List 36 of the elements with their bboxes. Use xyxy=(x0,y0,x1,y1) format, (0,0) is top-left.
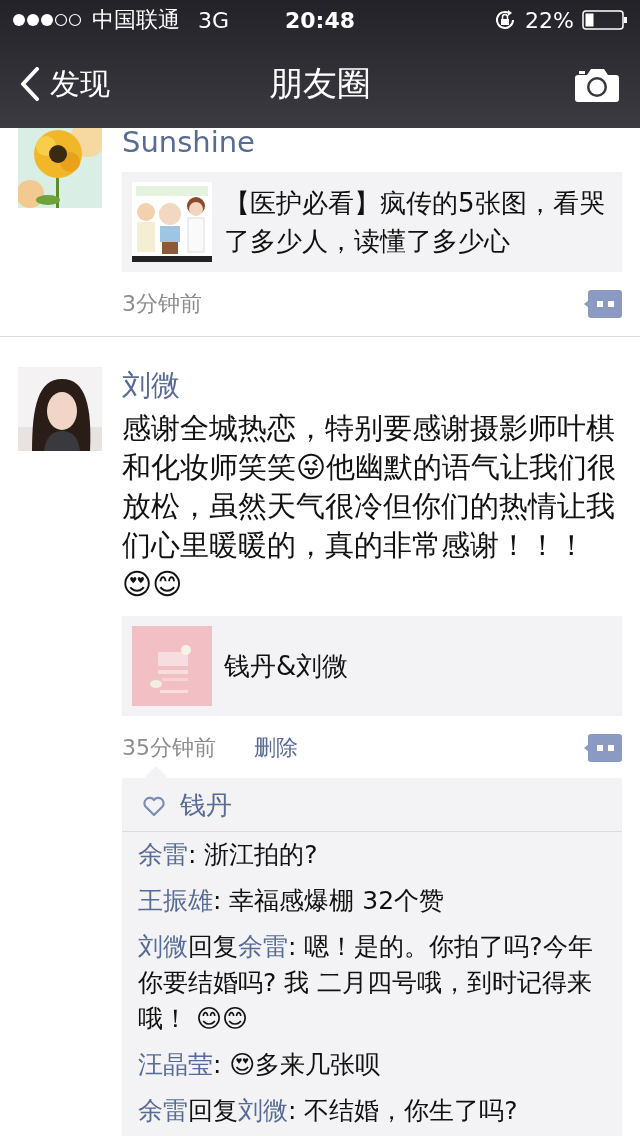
comment-button-icon[interactable] xyxy=(584,289,622,319)
comment-text: 余雷: 浙江拍的? xyxy=(137,839,319,871)
user-name[interactable]: 余雷 xyxy=(138,840,188,869)
comment-text: 刘微回复余雷: 嗯！是的。你拍了吗?今年你要结婚吗? 我 二月四号哦，到时记得来哦！ 😊😊 xyxy=(137,931,594,1035)
delete-link[interactable]: 删除 xyxy=(254,733,298,763)
user-name[interactable]: 余雷 xyxy=(138,1096,188,1125)
back-button[interactable]: 发现 xyxy=(20,63,110,105)
camera-icon[interactable] xyxy=(574,66,620,102)
link-title: 钱丹&刘微 xyxy=(224,650,349,683)
comment-button-icon[interactable] xyxy=(584,733,622,763)
network-type: 3G xyxy=(198,7,230,33)
user-name[interactable]: 王振雄 xyxy=(138,886,213,915)
comment-text: 余雷回复刘微: 不结婚，你生了吗? xyxy=(137,1095,519,1127)
comment-text: 汪晶莹: 😍多来几张呗 xyxy=(137,1049,382,1081)
user-name[interactable]: 余雷 xyxy=(238,932,288,961)
user-name[interactable]: 刘微 xyxy=(138,932,188,961)
carrier-name: 中国联通 xyxy=(92,6,180,34)
battery-percent: 22% xyxy=(525,7,574,33)
clock-time: 20:48 xyxy=(285,7,355,33)
battery-icon xyxy=(582,10,628,30)
link-card[interactable]: 【医护必看】疯传的5张图，看哭了多少人，读懂了多少心 xyxy=(122,172,622,272)
signal-icon xyxy=(12,13,82,27)
link-title: 【医护必看】疯传的5张图，看哭了多少人，读懂了多少心 xyxy=(224,187,606,258)
user-name[interactable]: 汪晶莹 xyxy=(138,1050,213,1079)
back-chevron-icon xyxy=(20,67,40,101)
author-name[interactable]: 刘微 xyxy=(122,367,622,403)
liker-name[interactable]: 钱丹 xyxy=(180,788,232,823)
post-text: 感谢全城热恋，特别要感谢摄影师叶棋和化妆师笑笑😜他幽默的语气让我们很放松，虽然天气很冷但你们的热情让我们心里暖暖的，真的非常感谢！！！ 😍😊 xyxy=(122,410,618,603)
user-name[interactable]: 刘微 xyxy=(238,1096,288,1125)
heart-icon xyxy=(142,794,166,817)
post-time: 3分钟前 xyxy=(122,290,202,318)
link-card[interactable]: 钱丹&刘微 xyxy=(122,616,622,716)
comment-text: 王振雄: 幸福感爆棚 32个赞 xyxy=(137,885,446,917)
author-name[interactable]: Sunshine xyxy=(122,128,622,160)
post-time: 35分钟前 xyxy=(122,734,216,762)
page-title: 朋友圈 xyxy=(269,62,371,105)
